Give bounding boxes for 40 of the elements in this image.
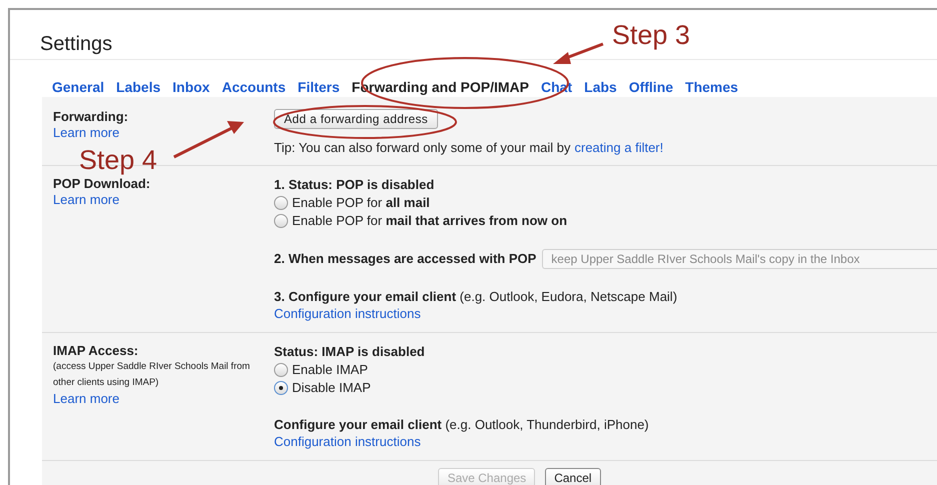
learn-more-link[interactable]: Learn more xyxy=(53,192,120,208)
status-heading: 3. Configure your email client (e.g. Outlook, Eudora, Netscape Mail) xyxy=(274,288,678,306)
footer-button[interactable]: Cancel xyxy=(545,468,601,485)
annotation-arrow xyxy=(553,42,604,64)
tab[interactable]: Labs xyxy=(578,77,623,98)
status-heading: Status: IMAP is disabled xyxy=(274,343,426,361)
section-note: (access Upper Saddle RIver Schools Mail from other clients using IMAP) xyxy=(53,360,251,390)
configuration-link[interactable]: Configuration instructions xyxy=(274,306,421,322)
annotation-arrow xyxy=(173,121,244,158)
pop-action-dropdown[interactable]: keep Upper Saddle RIver Schools Mail's copy in the Inbox xyxy=(542,249,937,269)
section-label: IMAP Access: xyxy=(53,343,140,359)
radio-label: Enable POP for all mail xyxy=(292,194,430,212)
tab[interactable]: Accounts xyxy=(216,77,292,98)
radio-label: Enable POP for mail that arrives from now on xyxy=(292,212,568,230)
learn-more-link[interactable]: Learn more xyxy=(53,391,120,407)
step-label: Step 3 xyxy=(612,22,690,49)
radio-button[interactable] xyxy=(274,214,288,228)
radio-button[interactable] xyxy=(274,381,288,395)
tab[interactable]: Themes xyxy=(679,77,744,98)
tab[interactable]: General xyxy=(46,77,110,98)
radio-label: Disable IMAP xyxy=(292,379,371,398)
status-heading: 1. Status: POP is disabled xyxy=(274,176,436,194)
forwarding-button[interactable]: Add a forwarding address xyxy=(274,109,438,129)
status-heading: Configure your email client (e.g. Outlook, Thunderbird, iPhone) xyxy=(274,416,650,434)
filter-link[interactable]: creating a filter! xyxy=(574,139,664,157)
learn-more-link[interactable]: Learn more xyxy=(53,125,120,141)
page-title: Settings xyxy=(40,33,112,55)
radio-button[interactable] xyxy=(274,196,288,210)
tab[interactable]: Labels xyxy=(110,77,166,98)
step-label: Step 4 xyxy=(79,147,158,174)
tab[interactable]: Offline xyxy=(622,77,680,98)
tip-text: Tip: You can also forward only some of your mail by xyxy=(274,139,570,157)
section-label: POP Download: xyxy=(53,176,152,192)
configuration-link[interactable]: Configuration instructions xyxy=(274,434,421,450)
radio-button[interactable] xyxy=(274,363,288,377)
tab[interactable]: Inbox xyxy=(166,77,216,98)
section-label: Forwarding: xyxy=(53,109,130,125)
option-label: 2. When messages are accessed with POP xyxy=(274,250,536,268)
tab[interactable]: Filters xyxy=(292,77,346,98)
radio-label: Enable IMAP xyxy=(292,361,368,380)
